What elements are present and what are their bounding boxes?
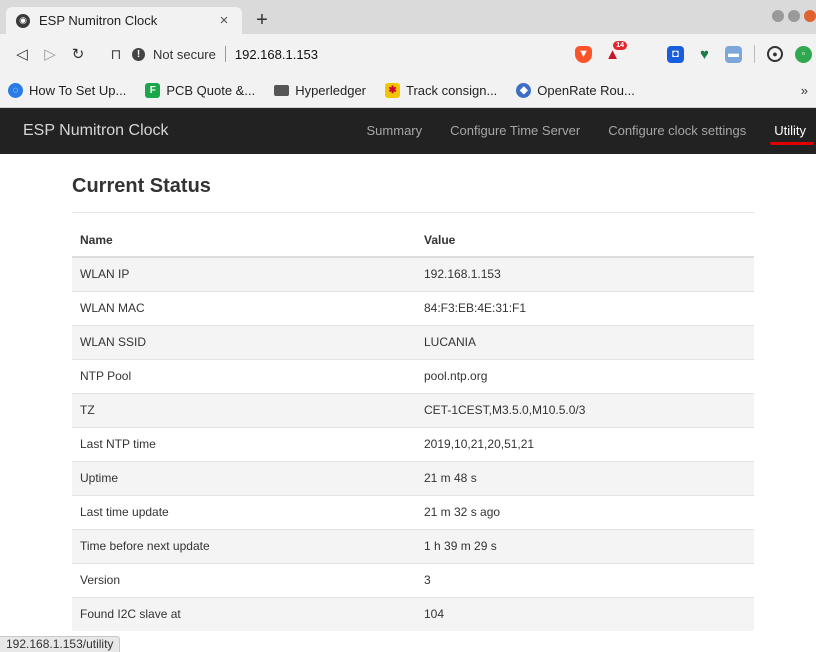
toolbar-divider (754, 45, 755, 63)
row-name-cell: WLAN MAC (72, 290, 416, 325)
status-table-body: WLAN IP 192.168.1.153 WLAN MAC 84:F3:EB:4E:… (72, 256, 754, 631)
site-navbar: ESP Numitron Clock Summary Configure Tim… (0, 108, 816, 154)
nav-summary[interactable]: Summary (367, 108, 423, 154)
row-value-cell: LUCANIA (416, 324, 754, 359)
site-brand[interactable]: ESP Numitron Clock (23, 122, 169, 140)
minimize-window-button[interactable] (772, 10, 784, 22)
back-button[interactable]: ◁ (8, 45, 36, 63)
extension-icon[interactable]: ▬ (725, 45, 742, 63)
row-value-cell: 21 m 32 s ago (416, 494, 754, 529)
browser-tab-strip: ◉ ESP Numitron Clock × + (0, 0, 816, 34)
more-bookmarks-button[interactable]: » (801, 83, 808, 98)
bookmark-label: How To Set Up... (29, 83, 127, 98)
folder-icon (274, 85, 290, 96)
browser-tab[interactable]: ◉ ESP Numitron Clock × (6, 7, 242, 34)
table-row: TZ CET-1CEST,M3.5.0,M10.5.0/3 (72, 392, 754, 427)
link-status-bar: 192.168.1.153/utility (0, 636, 121, 652)
track-icon: ✱ (385, 83, 401, 98)
table-row: Time before next update 1 h 39 m 29 s (72, 528, 754, 563)
nav-configure-time-server[interactable]: Configure Time Server (450, 108, 580, 154)
bookmark-item[interactable]: ✱ Track consign... (385, 83, 497, 98)
bookmark-page-icon[interactable]: ⊓ (104, 46, 128, 63)
bookmark-label: Track consign... (406, 83, 498, 98)
table-row: Version 3 (72, 562, 754, 597)
url-text[interactable]: 192.168.1.153 (235, 47, 318, 62)
browser-toolbar: ◁ ▷ ↻ ⊓ ! Not secure 192.168.1.153 ▼ ▲ 14… (0, 34, 816, 74)
window-controls (772, 10, 816, 22)
page-title: Current Status (72, 175, 754, 213)
row-value-cell: 2019,10,21,20,51,21 (416, 426, 754, 461)
account-icon[interactable]: ● (767, 46, 783, 62)
status-table: Name Value WLAN IP 192.168.1.153 WLAN MAC 8… (72, 223, 754, 631)
brave-rewards-icon[interactable]: ▲ 14 (604, 40, 627, 63)
row-name-cell: Uptime (72, 460, 416, 495)
table-row: Last NTP time 2019,10,21,20,51,21 (72, 426, 754, 461)
site-nav-links: Summary Configure Time Server Configure … (367, 108, 816, 154)
openrate-icon: ◆ (516, 83, 532, 98)
maximize-window-button[interactable] (788, 10, 800, 22)
table-row: Uptime 21 m 48 s (72, 460, 754, 495)
bitwarden-icon[interactable]: ◘ (667, 45, 684, 63)
row-name-cell: WLAN SSID (72, 324, 416, 359)
row-value-cell: 3 (416, 562, 754, 597)
site-favicon-icon: ◉ (16, 13, 30, 28)
row-name-cell: WLAN IP (72, 256, 416, 291)
info-icon[interactable]: ! (132, 47, 145, 61)
row-name-cell: Last time update (72, 494, 416, 529)
table-row: WLAN MAC 84:F3:EB:4E:31:F1 (72, 290, 754, 325)
close-window-button[interactable] (804, 10, 816, 22)
tab-title: ESP Numitron Clock (39, 13, 158, 28)
row-name-cell: NTP Pool (72, 358, 416, 393)
new-tab-button[interactable]: + (250, 8, 274, 32)
row-value-cell: 21 m 48 s (416, 460, 754, 495)
brave-shields-icon[interactable]: ▼ (575, 45, 592, 63)
row-name-cell: Version (72, 562, 416, 597)
row-name-cell: Last NTP time (72, 426, 416, 461)
row-value-cell: 192.168.1.153 (416, 256, 754, 291)
forward-button[interactable]: ▷ (36, 45, 64, 63)
reload-icon[interactable]: ↻ (64, 45, 92, 63)
row-value-cell: pool.ntp.org (416, 358, 754, 393)
row-name-cell: TZ (72, 392, 416, 427)
row-name-cell: Found I2C slave at (72, 596, 416, 631)
column-header-name: Name (72, 223, 416, 258)
table-row: WLAN IP 192.168.1.153 (72, 256, 754, 291)
table-row: Last time update 21 m 32 s ago (72, 494, 754, 529)
pcb-icon: F (145, 83, 161, 98)
green-extension-icon[interactable]: ◦ (795, 45, 812, 63)
row-value-cell: 104 (416, 596, 754, 631)
table-row: WLAN SSID LUCANIA (72, 324, 754, 359)
bookmark-folder[interactable]: Hyperledger (274, 83, 366, 98)
security-label: Not secure (153, 46, 216, 62)
pushbullet-icon[interactable]: ♥ (696, 46, 713, 63)
digitalocean-icon: ◌ (8, 83, 23, 98)
bookmark-label: Hyperledger (295, 83, 367, 98)
nav-configure-clock-settings[interactable]: Configure clock settings (608, 108, 746, 154)
table-row: Found I2C slave at 104 (72, 596, 754, 631)
bookmark-label: PCB Quote &... (166, 83, 256, 98)
bookmark-item[interactable]: ◌ How To Set Up... (8, 83, 126, 98)
extensions-area: ▼ ▲ 14 ◘ ♥ ▬ ● ◦ (575, 40, 812, 68)
address-bar[interactable]: ! Not secure 192.168.1.153 (132, 41, 492, 67)
row-name-cell: Time before next update (72, 528, 416, 563)
bookmark-label: OpenRate Rou... (537, 83, 635, 98)
row-value-cell: CET-1CEST,M3.5.0,M10.5.0/3 (416, 392, 754, 427)
nav-utility[interactable]: Utility (770, 108, 814, 154)
address-separator (224, 46, 226, 62)
table-header-row: Name Value (72, 223, 754, 258)
close-tab-icon[interactable]: × (216, 12, 232, 29)
bookmarks-bar: ◌ How To Set Up... F PCB Quote &... Hype… (0, 74, 816, 108)
row-value-cell: 1 h 39 m 29 s (416, 528, 754, 563)
table-row: NTP Pool pool.ntp.org (72, 358, 754, 393)
bookmark-item[interactable]: ◆ OpenRate Rou... (516, 83, 635, 98)
main-content: Current Status Name Value WLAN IP 192.168… (72, 154, 754, 631)
column-header-value: Value (416, 223, 754, 258)
row-value-cell: 84:F3:EB:4E:31:F1 (416, 290, 754, 325)
rewards-badge: 14 (613, 40, 627, 50)
bookmark-item[interactable]: F PCB Quote &... (145, 83, 255, 98)
